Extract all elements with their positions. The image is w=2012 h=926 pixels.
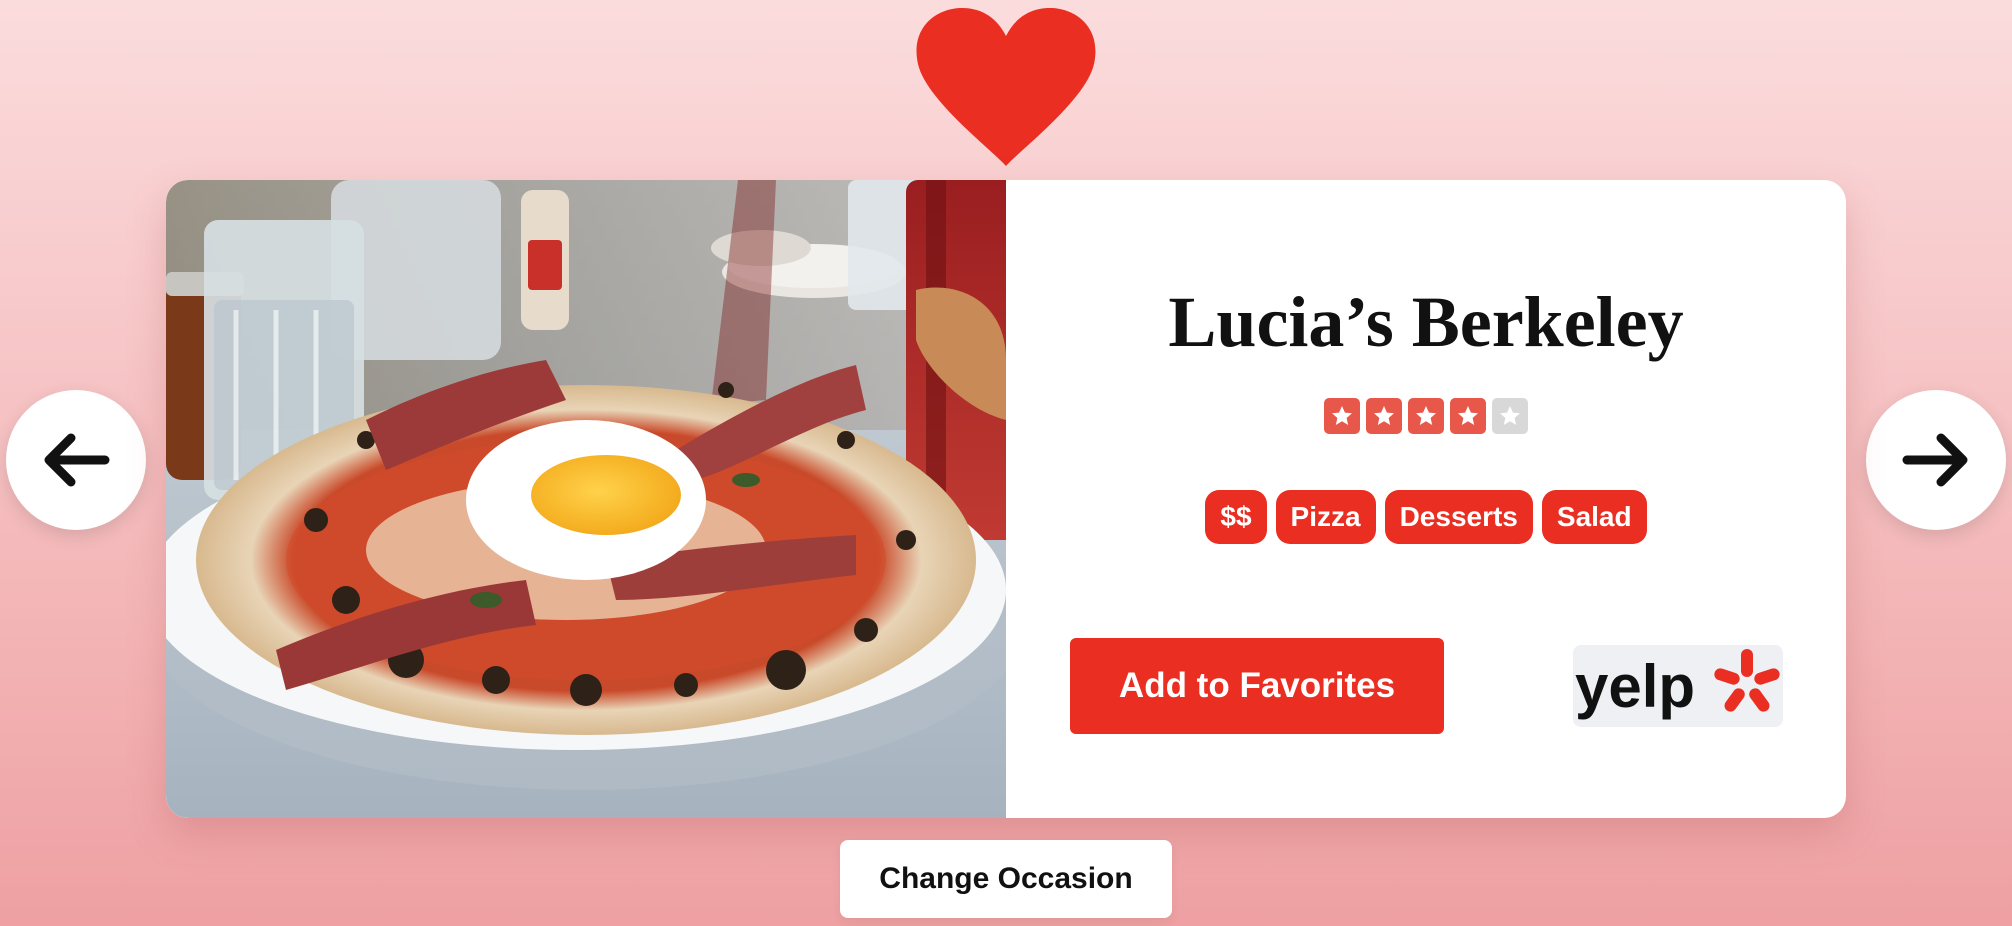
arrow-right-icon	[1902, 433, 1968, 487]
heart-icon	[906, 0, 1106, 176]
change-occasion-button[interactable]: Change Occasion	[840, 840, 1172, 918]
yelp-logo-text: yelp	[1575, 653, 1695, 720]
category-tag-pizza: Pizza	[1275, 490, 1376, 544]
star-icon	[1366, 398, 1402, 434]
restaurant-name: Lucia’s Berkeley	[1168, 282, 1684, 362]
star-rating	[1324, 398, 1528, 434]
price-tag: $$	[1205, 490, 1267, 544]
category-tag-salad: Salad	[1541, 490, 1647, 544]
restaurant-photo	[166, 180, 1006, 818]
category-tags: $$ Pizza Desserts Salad	[1006, 490, 1846, 544]
yelp-burst-icon	[1714, 649, 1780, 712]
star-icon	[1408, 398, 1444, 434]
star-icon	[1492, 398, 1528, 434]
star-icon	[1450, 398, 1486, 434]
next-button[interactable]	[1866, 390, 2006, 530]
restaurant-card: Lucia’s Berkeley $$ Pizza Desserts Salad	[166, 180, 1846, 818]
previous-button[interactable]	[6, 390, 146, 530]
category-tag-desserts: Desserts	[1384, 490, 1533, 544]
star-icon	[1324, 398, 1360, 434]
add-to-favorites-button[interactable]: Add to Favorites	[1070, 638, 1444, 734]
restaurant-info: Lucia’s Berkeley $$ Pizza Desserts Salad	[1006, 180, 1846, 818]
arrow-left-icon	[44, 433, 110, 487]
yelp-logo-link[interactable]: yelp	[1573, 645, 1783, 727]
